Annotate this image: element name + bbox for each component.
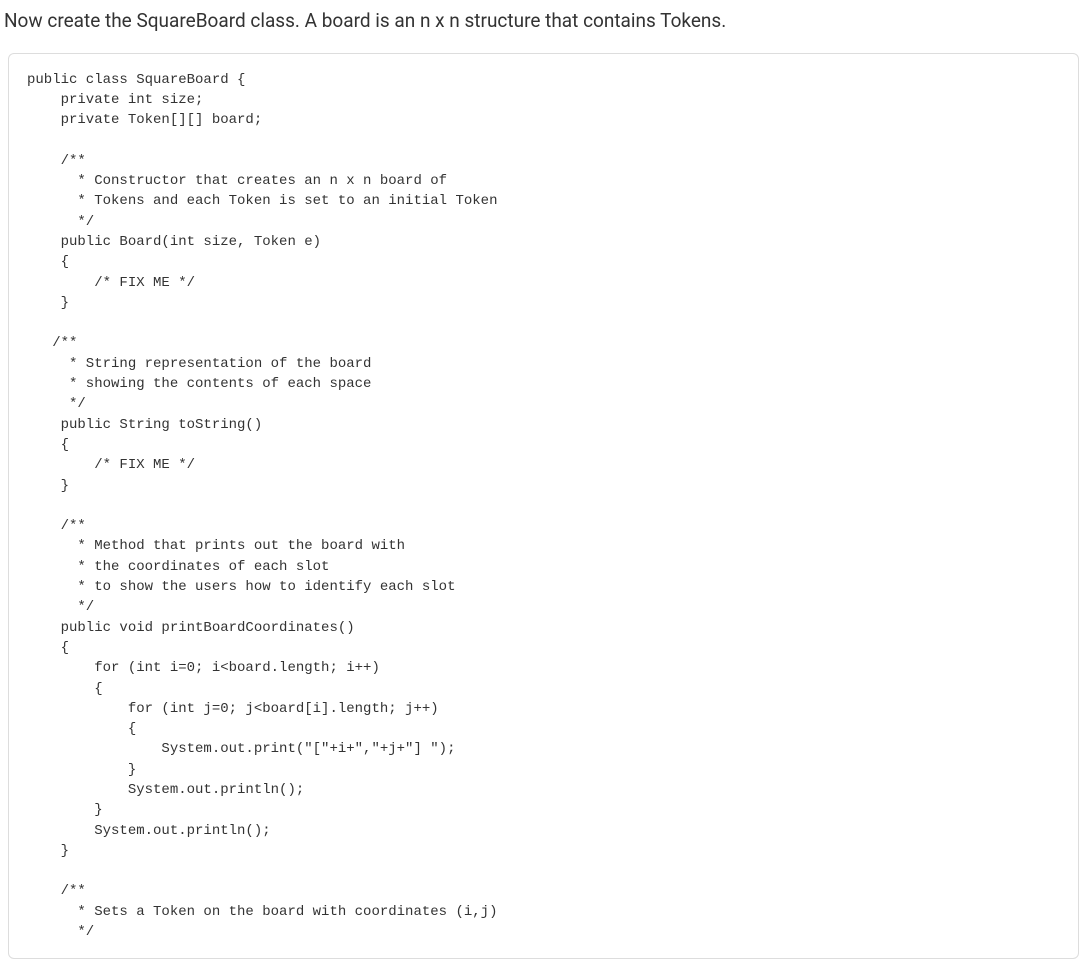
- instruction-text: Now create the SquareBoard class. A boar…: [0, 0, 1087, 53]
- code-container: public class SquareBoard { private int s…: [8, 53, 1079, 959]
- code-block: public class SquareBoard { private int s…: [27, 70, 1060, 943]
